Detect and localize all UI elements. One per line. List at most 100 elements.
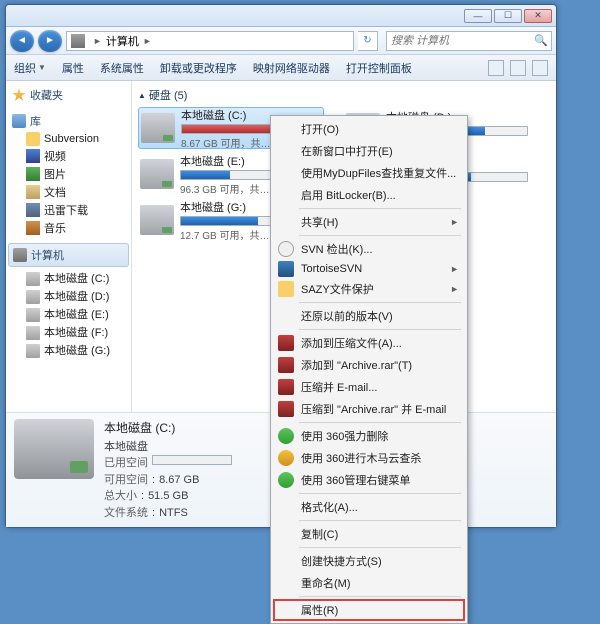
item-label: 视频 — [44, 148, 66, 164]
item-icon — [26, 185, 40, 199]
menu-item-label: 还原以前的版本(V) — [301, 308, 393, 324]
menu-separator — [299, 208, 461, 209]
address-text: 计算机 — [106, 33, 139, 49]
map-drive-button[interactable]: 映射网络驱动器 — [253, 60, 330, 76]
address-bar[interactable]: ► 计算机 ► — [66, 31, 354, 51]
sidebar-drive-item[interactable]: 本地磁盘 (F:) — [8, 323, 129, 341]
menu-item-label: 使用 360强力删除 — [301, 428, 388, 444]
menu-item-icon — [278, 357, 294, 373]
menu-item[interactable]: SVN 检出(K)... — [273, 238, 465, 260]
menu-item-label: TortoiseSVN — [301, 263, 362, 275]
menu-item-label: 使用MyDupFiles查找重复文件... — [301, 165, 456, 181]
system-properties-button[interactable]: 系统属性 — [100, 60, 144, 76]
menu-item-label: SVN 检出(K)... — [301, 241, 373, 257]
menu-item-icon — [278, 472, 294, 488]
menu-item-icon — [278, 401, 294, 417]
sidebar-item[interactable]: 视频 — [8, 147, 129, 165]
menu-item[interactable]: 属性(R) — [273, 599, 465, 621]
menu-item-label: 压缩并 E-mail... — [301, 379, 377, 395]
menu-item[interactable]: SAZY文件保护► — [273, 278, 465, 300]
view-options-button[interactable] — [488, 60, 504, 76]
library-icon — [12, 114, 26, 128]
menu-item[interactable]: 格式化(A)... — [273, 496, 465, 518]
forward-button[interactable]: ► — [38, 30, 62, 52]
menu-item[interactable]: TortoiseSVN► — [273, 260, 465, 278]
menu-item[interactable]: 还原以前的版本(V) — [273, 305, 465, 327]
organize-menu[interactable]: 组织▼ — [14, 60, 46, 76]
menu-item[interactable]: 压缩并 E-mail... — [273, 376, 465, 398]
navigation-pane: 收藏夹 库 Subversion视频图片文档迅雷下载音乐 计算机 本地磁盘 (C… — [6, 81, 132, 412]
menu-item-icon — [278, 241, 294, 257]
drive-icon — [140, 159, 174, 189]
libraries-header[interactable]: 库 — [8, 111, 129, 131]
menu-item[interactable]: 在新窗口中打开(E) — [273, 140, 465, 162]
menu-item[interactable]: 重命名(M) — [273, 572, 465, 594]
menu-item[interactable]: 共享(H) ► — [273, 211, 465, 233]
help-button[interactable] — [532, 60, 548, 76]
item-label: 图片 — [44, 166, 66, 182]
menu-item[interactable]: 使用 360进行木马云查杀 — [273, 447, 465, 469]
menu-item[interactable]: 添加到压缩文件(A)... — [273, 332, 465, 354]
menu-separator — [299, 235, 461, 236]
sidebar-drive-item[interactable]: 本地磁盘 (D:) — [8, 287, 129, 305]
search-box[interactable]: 🔍 — [386, 31, 552, 51]
uninstall-button[interactable]: 卸载或更改程序 — [160, 60, 237, 76]
star-icon — [12, 88, 26, 102]
control-panel-button[interactable]: 打开控制面板 — [346, 60, 412, 76]
titlebar: — ☐ ✕ — [6, 5, 556, 27]
sidebar-item[interactable]: Subversion — [8, 131, 129, 147]
section-header[interactable]: ▲ 硬盘 (5) — [138, 85, 550, 105]
menu-item[interactable]: 使用MyDupFiles查找重复文件... — [273, 162, 465, 184]
item-icon — [26, 221, 40, 235]
sidebar-item[interactable]: 文档 — [8, 183, 129, 201]
properties-button[interactable]: 属性 — [62, 60, 84, 76]
computer-icon — [13, 248, 27, 262]
menu-item[interactable]: 压缩到 "Archive.rar" 并 E-mail — [273, 398, 465, 420]
menu-item-label: 使用 360进行木马云查杀 — [301, 450, 421, 466]
menu-item[interactable]: 使用 360管理右键菜单 — [273, 469, 465, 491]
item-label: 本地磁盘 (G:) — [44, 342, 110, 358]
computer-header[interactable]: 计算机 — [8, 243, 129, 267]
sidebar-item[interactable]: 迅雷下载 — [8, 201, 129, 219]
submenu-arrow-icon: ► — [450, 217, 459, 227]
sidebar-item[interactable]: 音乐 — [8, 219, 129, 237]
menu-item-label: 格式化(A)... — [301, 499, 358, 515]
menu-item-icon — [278, 450, 294, 466]
menu-item-icon — [278, 335, 294, 351]
filesystem-value: NTFS — [159, 505, 188, 522]
chevron-right-icon: ► — [143, 36, 152, 46]
menu-separator — [299, 422, 461, 423]
maximize-button[interactable]: ☐ — [494, 9, 522, 23]
item-label: 本地磁盘 (D:) — [44, 288, 109, 304]
back-button[interactable]: ◄ — [10, 30, 34, 52]
menu-item-label: 复制(C) — [301, 526, 338, 542]
command-bar: 组织▼ 属性 系统属性 卸载或更改程序 映射网络驱动器 打开控制面板 — [6, 55, 556, 81]
usage-bar — [152, 455, 232, 465]
used-space-label: 已用空间 — [104, 455, 148, 472]
total-size-label: 总大小 — [104, 488, 137, 505]
close-button[interactable]: ✕ — [524, 9, 552, 23]
sidebar-item[interactable]: 图片 — [8, 165, 129, 183]
minimize-button[interactable]: — — [464, 9, 492, 23]
preview-pane-button[interactable] — [510, 60, 526, 76]
search-input[interactable] — [391, 35, 534, 47]
navigation-bar: ◄ ► ► 计算机 ► ↻ 🔍 — [6, 27, 556, 55]
item-label: 音乐 — [44, 220, 66, 236]
menu-item[interactable]: 打开(O) — [273, 118, 465, 140]
item-label: 迅雷下载 — [44, 202, 88, 218]
menu-item[interactable]: 创建快捷方式(S) — [273, 550, 465, 572]
menu-item[interactable]: 启用 BitLocker(B)... — [273, 184, 465, 206]
menu-item[interactable]: 使用 360强力删除 — [273, 425, 465, 447]
menu-item[interactable]: 添加到 "Archive.rar"(T) — [273, 354, 465, 376]
menu-separator — [299, 302, 461, 303]
sidebar-drive-item[interactable]: 本地磁盘 (G:) — [8, 341, 129, 359]
drive-icon — [26, 344, 40, 358]
favorites-header[interactable]: 收藏夹 — [8, 85, 129, 105]
sidebar-drive-item[interactable]: 本地磁盘 (C:) — [8, 269, 129, 287]
menu-item-label: 共享(H) — [301, 214, 338, 230]
refresh-button[interactable]: ↻ — [358, 31, 378, 51]
menu-item-label: 添加到 "Archive.rar"(T) — [301, 357, 412, 373]
menu-item[interactable]: 复制(C) — [273, 523, 465, 545]
sidebar-drive-item[interactable]: 本地磁盘 (E:) — [8, 305, 129, 323]
filesystem-label: 文件系统 — [104, 505, 148, 522]
